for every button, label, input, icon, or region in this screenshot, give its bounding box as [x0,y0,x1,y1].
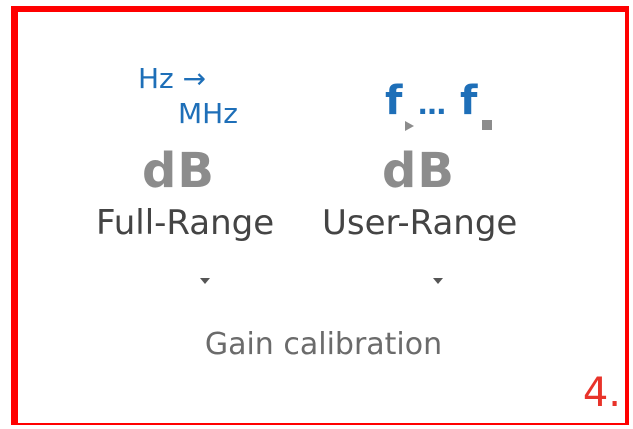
user-range-button[interactable]: f … f dB User-Range [320,60,560,300]
full-range-label: Full-Range [96,203,275,243]
db-icon-text: dB [382,143,455,199]
icon-hz-arrow-text: Hz → [138,62,207,95]
user-range-label: User-Range [322,203,518,243]
stop-marker-icon [482,113,492,132]
chevron-down-icon [200,278,210,284]
icon-mhz-text: MHz [178,97,238,130]
full-range-button[interactable]: Hz → MHz dB Full-Range [90,60,310,300]
group-title: Gain calibration [204,327,443,362]
chevron-down-icon [433,278,443,284]
annotation-number: 4. [582,370,621,416]
icon-ellipsis: … [418,88,446,121]
screenshot-stage: Hz → MHz dB Full-Range f … f dB User-Ran… [0,0,633,429]
icon-f-end: f [460,78,478,124]
play-marker-icon [405,114,414,133]
icon-f-start: f [385,78,403,124]
db-icon-text: dB [142,143,215,199]
